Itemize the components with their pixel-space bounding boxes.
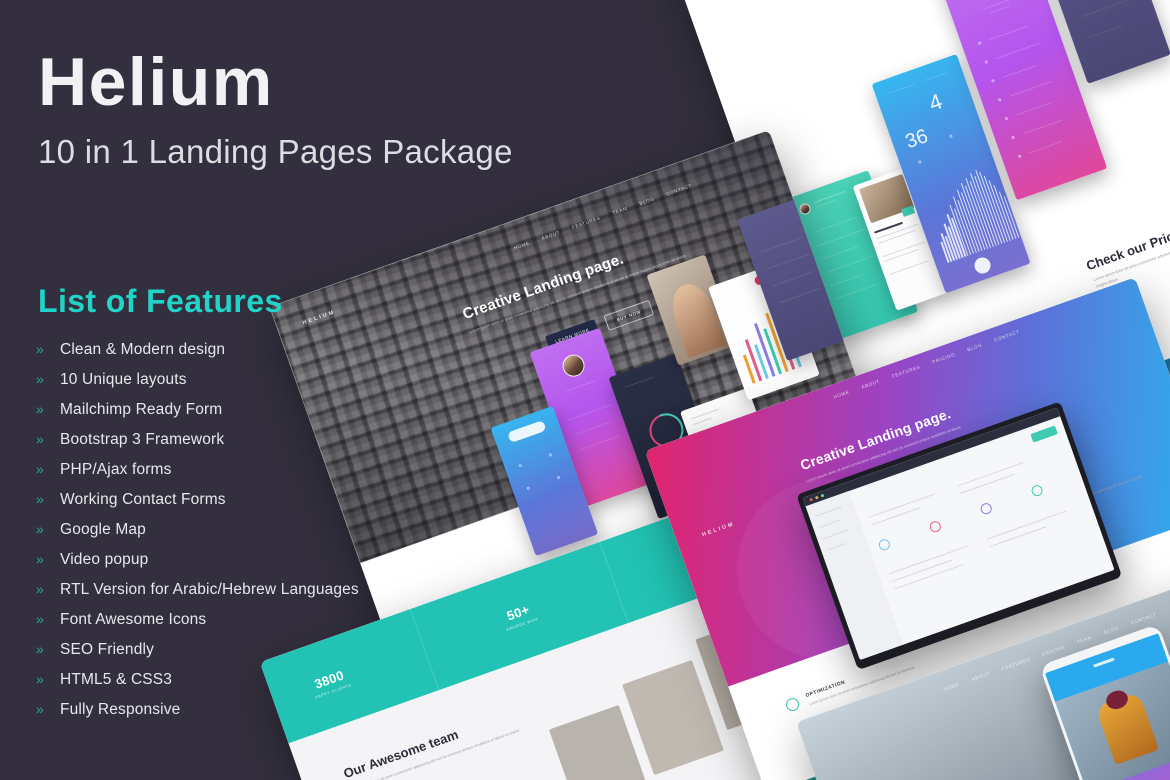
feature-list-item-label: SEO Friendly	[60, 641, 154, 658]
feature-list-item: » 10 Unique layouts	[36, 371, 496, 401]
nav-item[interactable]: PRICING	[932, 352, 956, 365]
nav-item[interactable]: HOME	[833, 389, 850, 399]
poster-canvas: Product Screens Lorem ipsum dolor sit am…	[0, 0, 1170, 780]
nav-item[interactable]: HOME	[943, 682, 960, 692]
nav-item[interactable]: ABOUT	[861, 379, 881, 390]
feature-list-item: » HTML5 & CSS3	[36, 671, 496, 701]
feature-list-item-label: Fully Responsive	[60, 701, 181, 718]
nav-item[interactable]: TEAM	[1076, 635, 1092, 645]
feature-list-item: » RTL Version for Arabic/Hebrew Languages	[36, 581, 496, 611]
chevron-double-right-icon: »	[36, 671, 44, 687]
feature-list-item: » Google Map	[36, 521, 496, 551]
chevron-double-right-icon: »	[36, 341, 44, 357]
nav-item[interactable]: FEATURES	[1001, 657, 1031, 672]
chevron-double-right-icon: »	[36, 431, 44, 447]
chevron-double-right-icon: »	[36, 701, 44, 717]
nav-item[interactable]: BLOG	[967, 342, 983, 352]
feature-list-item: » Video popup	[36, 551, 496, 581]
weather-temp: 36	[902, 125, 931, 154]
nav-item[interactable]: CONTACT	[1130, 612, 1157, 626]
nav-item[interactable]: BLOG	[1103, 625, 1119, 635]
chevron-double-right-icon: »	[36, 641, 44, 657]
feature-list-item-label: Video popup	[60, 551, 149, 568]
feature-list-item-label: RTL Version for Arabic/Hebrew Languages	[60, 581, 359, 598]
chevron-double-right-icon: »	[36, 551, 44, 567]
chevron-double-right-icon: »	[36, 371, 44, 387]
feature-list-item-label: HTML5 & CSS3	[60, 671, 173, 688]
nav-item[interactable]: CONTACT	[993, 329, 1020, 343]
features-list: » Clean & Modern design » 10 Unique layouts…	[36, 341, 496, 731]
feature-list-item-label: Clean & Modern design	[60, 341, 226, 358]
feature-list-item-label: 10 Unique layouts	[60, 371, 187, 388]
feature-list-item: » Working Contact Forms	[36, 491, 496, 521]
feature-list-item-label: Google Map	[60, 521, 146, 538]
nav-item[interactable]: ABOUT	[971, 671, 991, 682]
landing-c-heading-line1: Lets Create	[896, 773, 1014, 780]
nav-item[interactable]: PRICING	[1042, 644, 1066, 657]
nav-item[interactable]: FEATURES	[891, 364, 921, 379]
feature-list-item-label: Font Awesome Icons	[60, 611, 207, 628]
feature-list-item: » Bootstrap 3 Framework	[36, 431, 496, 461]
feature-list-item-label: Working Contact Forms	[60, 491, 226, 508]
chevron-double-right-icon: »	[36, 401, 44, 417]
header-block: Helium 10 in 1 Landing Pages Package	[38, 48, 518, 170]
weather-big-value: 4	[925, 88, 946, 117]
feature-list-item: » Clean & Modern design	[36, 341, 496, 371]
feature-list-item: » SEO Friendly	[36, 641, 496, 671]
feature-list-item-label: Mailchimp Ready Form	[60, 401, 223, 418]
page-subtitle: 10 in 1 Landing Pages Package	[38, 133, 513, 170]
feature-list-item: » Mailchimp Ready Form	[36, 401, 496, 431]
feature-list-item-label: Bootstrap 3 Framework	[60, 431, 225, 448]
feature-list-item: » Fully Responsive	[36, 701, 496, 731]
chevron-double-right-icon: »	[36, 521, 44, 537]
chevron-double-right-icon: »	[36, 581, 44, 597]
features-heading: List of Features	[38, 283, 283, 319]
landing-b-logo: HELIUM	[701, 521, 736, 539]
feature-list-item-label: PHP/Ajax forms	[60, 461, 172, 478]
feature-list-item: » Font Awesome Icons	[36, 611, 496, 641]
chevron-double-right-icon: »	[36, 461, 44, 477]
page-title: Helium	[38, 44, 274, 120]
chevron-double-right-icon: »	[36, 611, 44, 627]
feature-icon	[784, 696, 801, 713]
chevron-double-right-icon: »	[36, 491, 44, 507]
feature-list-item: » PHP/Ajax forms	[36, 461, 496, 491]
